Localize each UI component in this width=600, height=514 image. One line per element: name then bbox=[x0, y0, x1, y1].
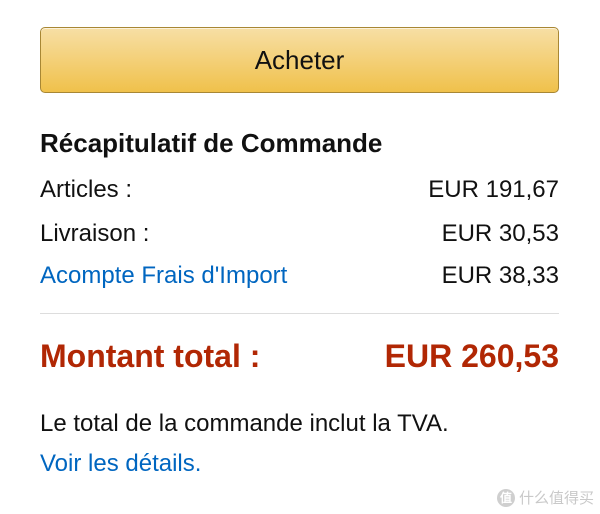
import-fees-link[interactable]: Acompte Frais d'Import bbox=[40, 262, 287, 290]
order-summary-panel: Acheter Récapitulatif de Commande Articl… bbox=[0, 0, 600, 514]
articles-amount: EUR 191,67 bbox=[428, 176, 559, 203]
order-summary-title: Récapitulatif de Commande bbox=[40, 128, 383, 158]
summary-row-import-fees: Acompte Frais d'Import EUR 38,33 bbox=[40, 262, 559, 290]
articles-label: Articles : bbox=[40, 176, 133, 203]
summary-row-shipping: Livraison : EUR 30,53 bbox=[40, 220, 559, 248]
view-details-link[interactable]: Voir les détails. bbox=[40, 450, 201, 478]
shipping-label: Livraison : bbox=[40, 220, 150, 247]
zhi-logo-icon: 值 bbox=[496, 488, 515, 507]
import-fees-amount: EUR 38,33 bbox=[441, 262, 559, 289]
watermark: 值 什么值得买 bbox=[496, 487, 594, 508]
total-amount: EUR 260,53 bbox=[384, 338, 559, 374]
vat-note: Le total de la commande inclut la TVA. bbox=[40, 410, 449, 437]
summary-divider bbox=[40, 313, 559, 314]
watermark-text: 什么值得买 bbox=[518, 490, 594, 507]
buy-button[interactable]: Acheter bbox=[40, 27, 559, 93]
total-label: Montant total : bbox=[40, 338, 261, 374]
summary-row-articles: Articles : EUR 191,67 bbox=[40, 176, 559, 204]
shipping-amount: EUR 30,53 bbox=[441, 220, 559, 247]
